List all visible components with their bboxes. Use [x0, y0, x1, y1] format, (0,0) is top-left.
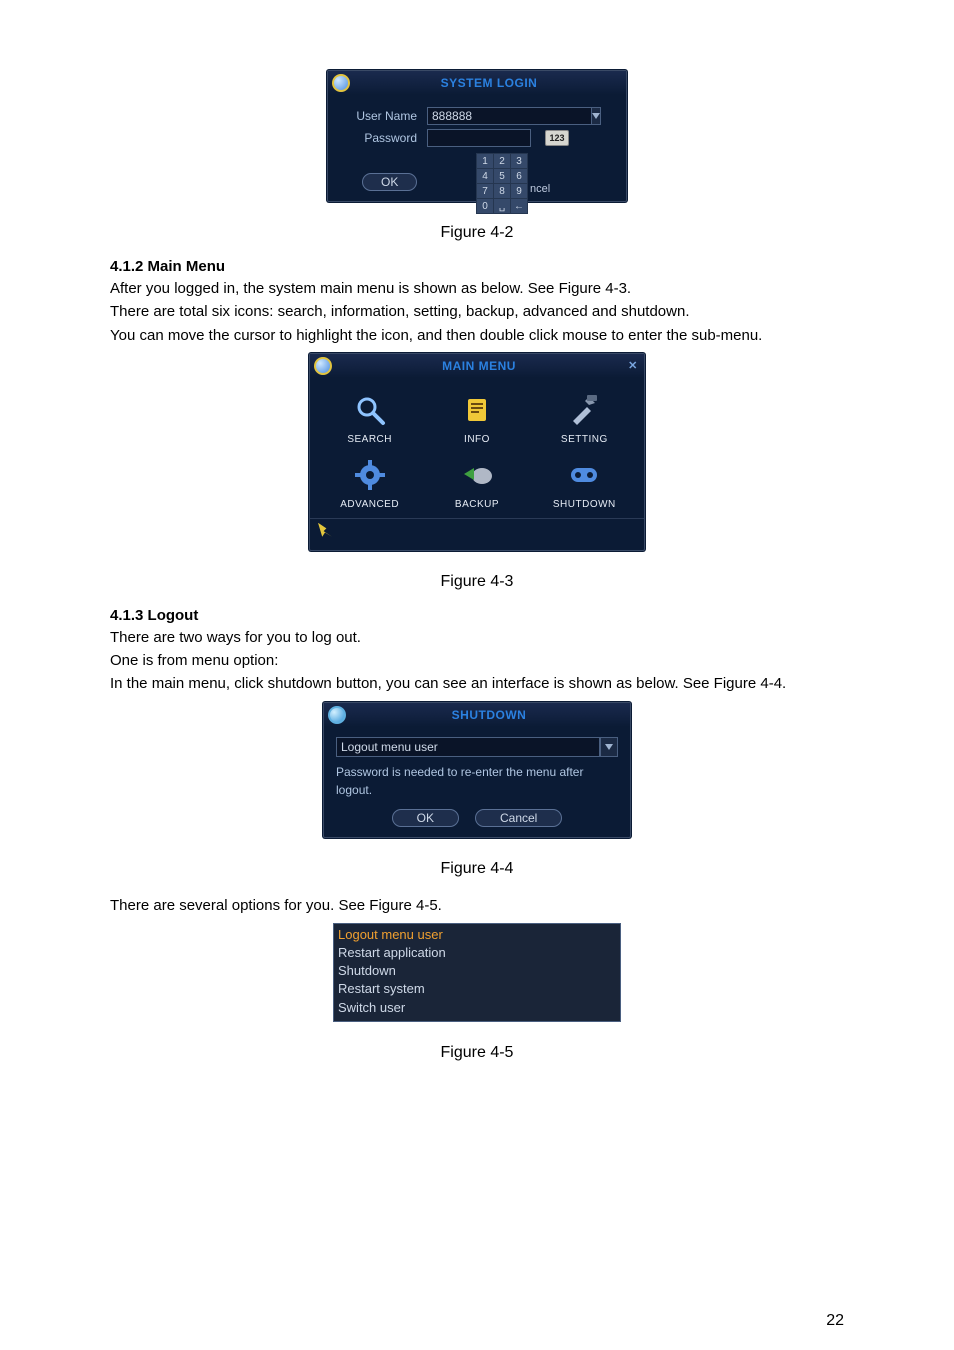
- figure-4-4-caption: Figure 4-4: [110, 860, 844, 878]
- keypad-key[interactable]: 4: [477, 169, 493, 183]
- cancel-remnant: ncel: [530, 183, 550, 195]
- figure-4-5-caption: Figure 4-5: [110, 1044, 844, 1062]
- menu-label: SHUTDOWN: [531, 499, 638, 510]
- keypad-key[interactable]: 6: [511, 169, 527, 183]
- close-icon[interactable]: ✕: [626, 359, 640, 373]
- keypad-key[interactable]: 1: [477, 154, 493, 168]
- password-label: Password: [342, 131, 417, 145]
- mainmenu-titlebar: MAIN MENU ✕: [310, 354, 644, 378]
- keypad-key[interactable]: 8: [494, 184, 510, 198]
- username-label: User Name: [342, 109, 417, 123]
- menu-item-info[interactable]: INFO: [423, 390, 530, 445]
- menu-item-advanced[interactable]: ADVANCED: [316, 455, 423, 510]
- shutdown-note: Password is needed to re-enter the menu …: [336, 763, 618, 799]
- keypad-key[interactable]: ␣: [494, 199, 510, 213]
- list-item[interactable]: Logout menu user: [338, 926, 616, 944]
- main-menu-window: MAIN MENU ✕ SEARCH INFO SETTING: [309, 353, 645, 551]
- mainmenu-footer: [310, 518, 644, 550]
- onscreen-keypad[interactable]: 1 2 3 4 5 6 7 8 9 0 ␣ ← ncel: [476, 153, 528, 214]
- shutdown-title: SHUTDOWN: [352, 708, 626, 722]
- setting-icon: [564, 390, 604, 430]
- menu-item-search[interactable]: SEARCH: [316, 390, 423, 445]
- list-item[interactable]: Shutdown: [338, 962, 616, 980]
- menu-label: ADVANCED: [316, 499, 423, 510]
- body-text: After you logged in, the system main men…: [110, 277, 844, 300]
- system-login-window: SYSTEM LOGIN User Name Password 123 1 2: [327, 70, 627, 202]
- app-logo-icon: [314, 357, 332, 375]
- list-item[interactable]: Restart application: [338, 944, 616, 962]
- keypad-key[interactable]: 5: [494, 169, 510, 183]
- keypad-key[interactable]: 0: [477, 199, 493, 213]
- page-number: 22: [826, 1312, 844, 1330]
- app-logo-icon: [332, 74, 350, 92]
- osk-toggle-icon[interactable]: 123: [545, 130, 569, 146]
- keypad-key[interactable]: 2: [494, 154, 510, 168]
- body-text: You can move the cursor to highlight the…: [110, 324, 844, 347]
- backup-icon: [457, 455, 497, 495]
- body-text: In the main menu, click shutdown button,…: [110, 672, 844, 695]
- body-text: One is from menu option:: [110, 649, 844, 672]
- keypad-key[interactable]: 7: [477, 184, 493, 198]
- keypad-key[interactable]: 3: [511, 154, 527, 168]
- menu-label: INFO: [423, 434, 530, 445]
- shutdown-option-combo[interactable]: [336, 737, 618, 757]
- shutdown-window: SHUTDOWN Password is needed to re-enter …: [323, 702, 631, 838]
- body-text: There are total six icons: search, infor…: [110, 300, 844, 323]
- menu-label: SETTING: [531, 434, 638, 445]
- password-input[interactable]: [427, 129, 531, 147]
- username-dropdown-icon[interactable]: [591, 107, 601, 125]
- info-icon: [457, 390, 497, 430]
- shutdown-option-input[interactable]: [336, 737, 600, 757]
- figure-4-3-caption: Figure 4-3: [110, 573, 844, 591]
- shutdown-icon: [564, 455, 604, 495]
- username-input[interactable]: [427, 107, 591, 125]
- mainmenu-title: MAIN MENU: [338, 359, 620, 373]
- section-4-1-2-heading: 4.1.2 Main Menu: [110, 258, 844, 275]
- menu-item-setting[interactable]: SETTING: [531, 390, 638, 445]
- menu-item-backup[interactable]: BACKUP: [423, 455, 530, 510]
- gear-icon: [350, 455, 390, 495]
- figure-4-2-caption: Figure 4-2: [110, 224, 844, 242]
- shutdown-options-list[interactable]: Logout menu user Restart application Shu…: [333, 923, 621, 1022]
- cursor-icon: [318, 523, 332, 537]
- body-text: There are two ways for you to log out.: [110, 626, 844, 649]
- login-title: SYSTEM LOGIN: [356, 76, 622, 90]
- shutdown-titlebar: SHUTDOWN: [324, 703, 630, 727]
- menu-label: SEARCH: [316, 434, 423, 445]
- username-combo[interactable]: [427, 107, 547, 125]
- body-text: There are several options for you. See F…: [110, 894, 844, 917]
- keypad-key[interactable]: ←: [511, 199, 527, 213]
- menu-label: BACKUP: [423, 499, 530, 510]
- keypad-key[interactable]: 9: [511, 184, 527, 198]
- login-ok-button[interactable]: OK: [362, 173, 417, 191]
- shutdown-logo-icon: [328, 706, 346, 724]
- menu-item-shutdown[interactable]: SHUTDOWN: [531, 455, 638, 510]
- shutdown-ok-button[interactable]: OK: [392, 809, 459, 827]
- section-4-1-3-heading: 4.1.3 Logout: [110, 607, 844, 624]
- list-item[interactable]: Restart system: [338, 980, 616, 998]
- list-item[interactable]: Switch user: [338, 999, 616, 1017]
- chevron-down-icon[interactable]: [600, 737, 618, 757]
- search-icon: [350, 390, 390, 430]
- login-titlebar: SYSTEM LOGIN: [328, 71, 626, 95]
- shutdown-cancel-button[interactable]: Cancel: [475, 809, 562, 827]
